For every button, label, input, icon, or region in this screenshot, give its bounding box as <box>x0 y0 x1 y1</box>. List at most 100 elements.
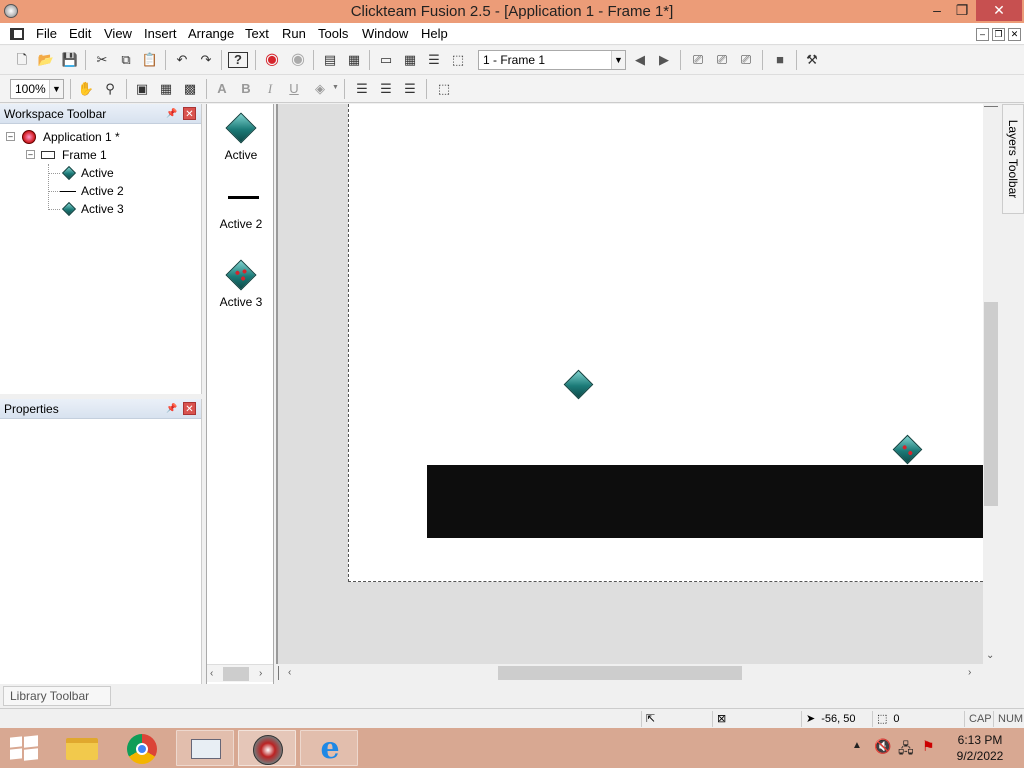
pin-icon[interactable]: 📌 <box>166 107 178 119</box>
align-center-icon[interactable]: ☰ <box>376 79 396 99</box>
restore-button[interactable]: ❐ <box>947 0 977 21</box>
event-editor-icon[interactable]: ▦ <box>400 50 420 70</box>
object-item-active-2[interactable]: Active 2 <box>207 184 275 238</box>
scroll-right-icon[interactable]: › <box>968 667 971 678</box>
new-file-icon[interactable]: 🗋 <box>12 50 32 70</box>
close-button[interactable]: ✕ <box>976 0 1022 21</box>
align-left-icon[interactable]: ☰ <box>352 79 372 99</box>
data-elements-icon[interactable]: ⬚ <box>448 50 468 70</box>
menu-view[interactable]: View <box>103 23 133 45</box>
mdi-restore-icon[interactable]: ❐ <box>992 28 1005 41</box>
frame-editor-icon[interactable]: ▭ <box>376 50 396 70</box>
menu-tools[interactable]: Tools <box>317 23 349 45</box>
frame-selector-dropdown[interactable]: 1 - Frame 1 ▼ <box>478 50 626 70</box>
cut-icon[interactable]: ✂ <box>92 50 112 70</box>
menu-window[interactable]: Window <box>361 23 409 45</box>
forward-gray-icon[interactable]: ◉ <box>288 50 308 70</box>
zoom-dropdown[interactable]: 100% ▼ <box>10 79 64 99</box>
bold-icon[interactable]: B <box>236 79 256 99</box>
clock[interactable]: 6:13 PM 9/2/2022 <box>950 732 1010 764</box>
fill-color-icon[interactable]: ◈ <box>310 79 330 99</box>
redo-icon[interactable]: ↷ <box>196 50 216 70</box>
internet-explorer-icon[interactable]: e <box>300 730 358 766</box>
menu-run[interactable]: Run <box>281 23 307 45</box>
tree-item-frame[interactable]: – Frame 1 <box>26 146 196 164</box>
network-icon[interactable]: 🖧 <box>898 738 914 762</box>
menu-help[interactable]: Help <box>420 23 449 45</box>
snap-grid-icon[interactable]: ▩ <box>180 79 200 99</box>
hand-tool-icon[interactable]: ✋ <box>76 79 96 99</box>
save-icon[interactable]: 💾 <box>60 50 80 70</box>
menu-text[interactable]: Text <box>244 23 270 45</box>
chrome-icon[interactable] <box>114 730 172 766</box>
open-folder-icon[interactable]: 📂 <box>36 50 56 70</box>
next-frame-icon[interactable]: ▶ <box>654 50 674 70</box>
font-icon[interactable]: A <box>212 79 232 99</box>
mdi-close-icon[interactable]: ✕ <box>1008 28 1021 41</box>
run-build-icon[interactable]: ⎚ <box>736 50 756 70</box>
main-toolbar: 🗋 📂 💾 ✂ ⧉ 📋 ↶ ↷ ? ◉ ◉ ▤ ▦ ▭ ▦ ☰ ⬚ 1 - Fr… <box>0 46 1024 75</box>
align-right-icon[interactable]: ☰ <box>400 79 420 99</box>
mdi-minimize-icon[interactable]: – <box>976 28 989 41</box>
collapse-icon[interactable]: – <box>6 132 15 141</box>
show-hidden-icons[interactable]: ▲ <box>852 740 862 751</box>
zoom-tool-icon[interactable]: ⚲ <box>100 79 120 99</box>
horizontal-scrollbar[interactable]: ‹ › <box>276 664 983 682</box>
menu-edit[interactable]: Edit <box>68 23 92 45</box>
object-item-active-3[interactable]: Active 3 <box>207 258 275 312</box>
menu-insert[interactable]: Insert <box>143 23 178 45</box>
help-icon[interactable]: ? <box>228 52 248 68</box>
toolbar-separator <box>313 50 314 70</box>
library-toolbar-tab[interactable]: Library Toolbar <box>3 686 111 706</box>
build-icon[interactable]: ⚒ <box>802 50 822 70</box>
chevron-down-icon[interactable]: ▼ <box>332 84 339 91</box>
close-icon[interactable]: ✕ <box>183 107 196 120</box>
file-explorer-icon[interactable] <box>54 730 112 766</box>
stop-icon[interactable]: ■ <box>770 50 790 70</box>
tree-item-active-3[interactable]: Active 3 <box>48 200 198 218</box>
show-grid-icon[interactable]: ▣ <box>132 79 152 99</box>
pin-icon[interactable]: 📌 <box>166 402 178 414</box>
layers-toolbar-tab[interactable]: Layers Toolbar <box>1002 104 1024 214</box>
menu-arrange[interactable]: Arrange <box>187 23 235 45</box>
vertical-scrollbar[interactable]: ⌄ <box>983 104 999 664</box>
frame-editor[interactable] <box>276 104 983 664</box>
tree-item-active[interactable]: Active <box>48 164 198 182</box>
active-2-instance[interactable] <box>427 465 983 538</box>
menu-file[interactable]: File <box>35 23 58 45</box>
windows-start-icon[interactable] <box>10 735 38 761</box>
scrollbar-thumb[interactable] <box>498 666 742 680</box>
copy-icon[interactable]: ⧉ <box>116 50 136 70</box>
scroll-right-icon[interactable]: › <box>259 668 262 679</box>
scroll-left-icon[interactable]: ‹ <box>288 667 291 678</box>
run-application-icon[interactable]: ⎚ <box>688 50 708 70</box>
volume-muted-icon[interactable]: 🔇 <box>874 738 891 755</box>
back-red-icon[interactable]: ◉ <box>262 50 282 70</box>
scroll-down-icon[interactable]: ⌄ <box>986 650 994 661</box>
resize-frame-icon[interactable]: ⬚ <box>434 79 454 99</box>
clock-time: 6:13 PM <box>957 733 1003 747</box>
document-menu-icon[interactable] <box>10 28 24 40</box>
event-list-icon[interactable]: ▦ <box>344 50 364 70</box>
tree-item-active-2[interactable]: Active 2 <box>48 182 198 200</box>
scroll-left-icon[interactable]: ‹ <box>210 668 213 679</box>
underline-icon[interactable]: U <box>284 79 304 99</box>
clickteam-fusion-icon[interactable] <box>238 730 296 766</box>
tree-item-application[interactable]: – Application 1 * <box>6 128 196 146</box>
paste-icon[interactable]: 📋 <box>140 50 160 70</box>
close-icon[interactable]: ✕ <box>183 402 196 415</box>
italic-icon[interactable]: I <box>260 79 280 99</box>
scrollbar-thumb[interactable] <box>984 302 998 506</box>
undo-icon[interactable]: ↶ <box>172 50 192 70</box>
previous-frame-icon[interactable]: ◀ <box>630 50 650 70</box>
run-frame-icon[interactable]: ⎚ <box>712 50 732 70</box>
object-item-active[interactable]: Active <box>207 110 275 164</box>
storyboard-editor-icon[interactable]: ▤ <box>320 50 340 70</box>
grid-icon[interactable]: ▦ <box>156 79 176 99</box>
action-center-icon[interactable]: ⚑ <box>922 738 935 755</box>
object-list-scrollbar[interactable]: ‹ › <box>207 664 273 682</box>
performance-monitor-icon[interactable] <box>176 730 234 766</box>
scrollbar-thumb[interactable] <box>223 667 249 681</box>
collapse-icon[interactable]: – <box>26 150 35 159</box>
list-editor-icon[interactable]: ☰ <box>424 50 444 70</box>
